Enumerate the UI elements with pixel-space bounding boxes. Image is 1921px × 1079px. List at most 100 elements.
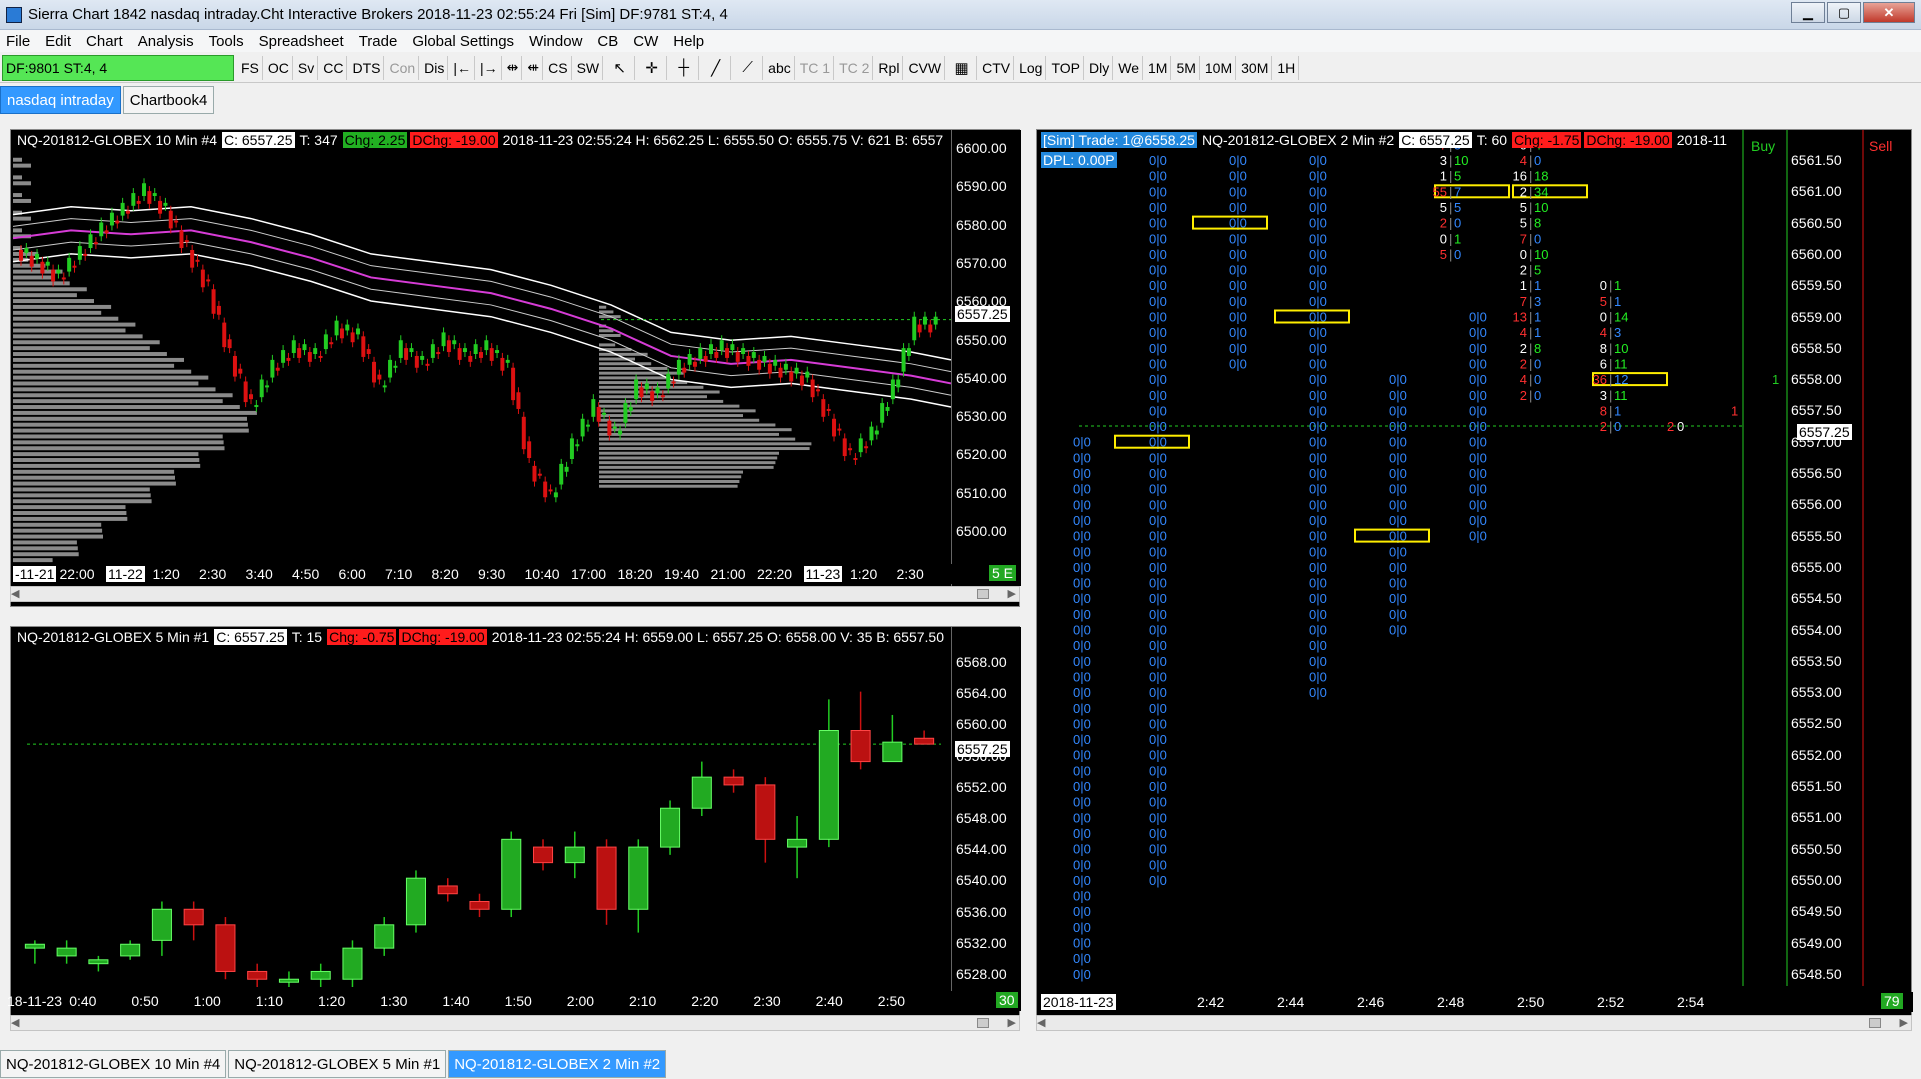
maximize-button[interactable]: ▢ — [1827, 2, 1861, 23]
toolbar-oc-button[interactable]: OC — [265, 55, 293, 80]
bid-volume: 5 — [1520, 216, 1527, 231]
toolbar-sw-button[interactable]: SW — [574, 55, 604, 80]
x-tick-label: 18:20 — [617, 566, 653, 582]
menu-cb[interactable]: CB — [597, 33, 618, 50]
menu-chart[interactable]: Chart — [86, 33, 123, 50]
toolbar-abc-button[interactable]: abc — [765, 55, 795, 80]
y-tick-label: 6556.50 — [1791, 465, 1842, 481]
toolbar-cs-button[interactable]: CS — [545, 55, 572, 80]
menu-global-settings[interactable]: Global Settings — [412, 33, 514, 50]
toolbar-1h-button[interactable]: 1H — [1274, 55, 1300, 80]
toolbar-10m-button[interactable]: 10M — [1202, 55, 1237, 80]
candle-body — [227, 339, 232, 349]
toolbar-sv-button[interactable]: Sv — [295, 55, 319, 80]
toolbar-rpl-button[interactable]: Rpl — [875, 55, 904, 80]
menu-analysis[interactable]: Analysis — [138, 33, 194, 50]
toolbar-we-button[interactable]: We — [1115, 55, 1143, 80]
menu-edit[interactable]: Edit — [45, 33, 71, 50]
toolbar-dis-button[interactable]: Dis — [421, 55, 449, 80]
ray-tool-icon[interactable]: ⟋ — [733, 55, 764, 80]
chart-2min-numbers-bars[interactable]: 0|0 0|0 0|0 0|0 0|0 0|0 0|0 0|0 0|0 0|0 0|0 0|0 0|0 0… — [1036, 129, 1913, 1026]
current-price-label: 6557.25 — [955, 306, 1010, 322]
data-feed-status[interactable]: DF:9801 ST:4, 4 — [2, 54, 234, 81]
candle-body — [152, 193, 157, 197]
candle-body — [896, 379, 901, 388]
volume-profile-bar — [13, 387, 216, 392]
chartbook-tab-1[interactable]: Chartbook4 — [122, 86, 215, 114]
value-tool-icon[interactable]: ┼ — [669, 55, 700, 80]
minimize-button[interactable]: ▁ — [1791, 2, 1825, 23]
toolbar-tc-1-button[interactable]: TC 1 — [797, 55, 835, 80]
numbers-bar-cell: 0|0 — [1469, 466, 1487, 481]
numbers-bar-cell: 0|0 — [1309, 388, 1327, 403]
numbers-bar-cell: 0|0 — [1149, 388, 1167, 403]
toolbar-cc-button[interactable]: CC — [320, 55, 348, 80]
toolbar---button[interactable]: |→ — [477, 55, 502, 80]
chart-10min[interactable]: NQ-201812-GLOBEX 10 Min #4 C: 6557.25 T:… — [10, 129, 1021, 607]
chart-2min-scrollbar[interactable]: ◀ ▶ — [1036, 1015, 1912, 1031]
numbers-bar-cell: 0|0 — [1389, 560, 1407, 575]
chart-5min[interactable]: NQ-201812-GLOBEX 5 Min #1 C: 6557.25 T: … — [7, 626, 1021, 1026]
candle-body — [67, 257, 72, 272]
menu-cw[interactable]: CW — [633, 33, 658, 50]
toolbar---button[interactable]: ⇹ — [504, 55, 523, 80]
candle-body — [409, 348, 414, 353]
toolbar-dly-button[interactable]: Dly — [1086, 55, 1114, 80]
toolbar-fs-button[interactable]: FS — [238, 55, 263, 80]
toolbar-tc-2-button[interactable]: TC 2 — [836, 55, 874, 80]
menu-spreadsheet[interactable]: Spreadsheet — [259, 33, 344, 50]
menu-help[interactable]: Help — [673, 33, 704, 50]
volume-profile-bar — [599, 484, 738, 488]
window-title: Sierra Chart 1842 nasdaq intraday.Cht In… — [28, 6, 728, 23]
chart-window-tab-1[interactable]: NQ-201812-GLOBEX 5 Min #1 — [228, 1050, 447, 1078]
chart-10min-scrollbar[interactable]: ◀ ▶ — [10, 586, 1020, 602]
ask-volume: 18 — [1534, 169, 1548, 184]
toolbar-log-button[interactable]: Log — [1016, 55, 1047, 80]
chartbook-tab-0[interactable]: nasdaq intraday — [0, 86, 121, 114]
cell-separator: | — [1529, 372, 1532, 387]
candle-body — [676, 359, 681, 375]
calculator-icon[interactable]: ▦ — [947, 55, 978, 80]
numbers-bar-cell: 0|0 — [1149, 450, 1167, 465]
volume-profile-bar — [599, 362, 652, 366]
x-tick-label: -11-21 — [13, 566, 57, 582]
toolbar-ctv-button[interactable]: CTV — [979, 55, 1015, 80]
toolbar-1m-button[interactable]: 1M — [1145, 55, 1172, 80]
crosshair-tool-icon[interactable]: ✛ — [637, 55, 668, 80]
chart-5min-scrollbar[interactable]: ◀ ▶ — [10, 1015, 1020, 1031]
numbers-bar-cell: 0|0 — [1469, 310, 1487, 325]
toolbar-con-button[interactable]: Con — [386, 55, 420, 80]
volume-profile-bar — [599, 456, 778, 460]
toolbar-30m-button[interactable]: 30M — [1238, 55, 1273, 80]
bid-volume: 16 — [1513, 169, 1527, 184]
candle-body — [457, 348, 462, 360]
y-tick-label: 6561.50 — [1791, 152, 1842, 168]
toolbar-cvw-button[interactable]: CVW — [905, 55, 946, 80]
numbers-bar-cell: 0|0 — [1469, 325, 1487, 340]
menu-window[interactable]: Window — [529, 33, 582, 50]
toolbar---button[interactable]: ⇺ — [524, 55, 544, 80]
close-button[interactable]: ✕ — [1863, 2, 1915, 23]
menu-file[interactable]: File — [6, 33, 30, 50]
cell-separator: | — [1449, 247, 1452, 262]
candle-body — [548, 489, 553, 492]
candle-body — [168, 210, 173, 229]
x-tick-label: 19:40 — [664, 566, 700, 582]
toolbar-dts-button[interactable]: DTS — [349, 55, 385, 80]
toolbar-5m-button[interactable]: 5M — [1173, 55, 1200, 80]
numbers-bar-cell: 0|0 — [1149, 873, 1167, 888]
y-tick-label: 6551.50 — [1791, 778, 1842, 794]
chart-window-tab-0[interactable]: NQ-201812-GLOBEX 10 Min #4 — [0, 1050, 227, 1078]
menu-trade[interactable]: Trade — [359, 33, 398, 50]
volume-profile-bar — [13, 275, 53, 280]
cell-separator: | — [1529, 356, 1532, 371]
volume-profile-bar — [13, 393, 233, 398]
line-tool-icon[interactable]: ╱ — [701, 55, 732, 80]
volume-profile-bar — [599, 418, 760, 422]
pointer-tool-icon[interactable]: ↖ — [605, 55, 636, 80]
menu-tools[interactable]: Tools — [209, 33, 244, 50]
toolbar-top-button[interactable]: TOP — [1048, 55, 1084, 80]
chart-window-tab-2[interactable]: NQ-201812-GLOBEX 2 Min #2 — [448, 1050, 667, 1078]
y-tick-label: 6549.00 — [1791, 934, 1842, 951]
toolbar---button[interactable]: |← — [450, 55, 476, 80]
